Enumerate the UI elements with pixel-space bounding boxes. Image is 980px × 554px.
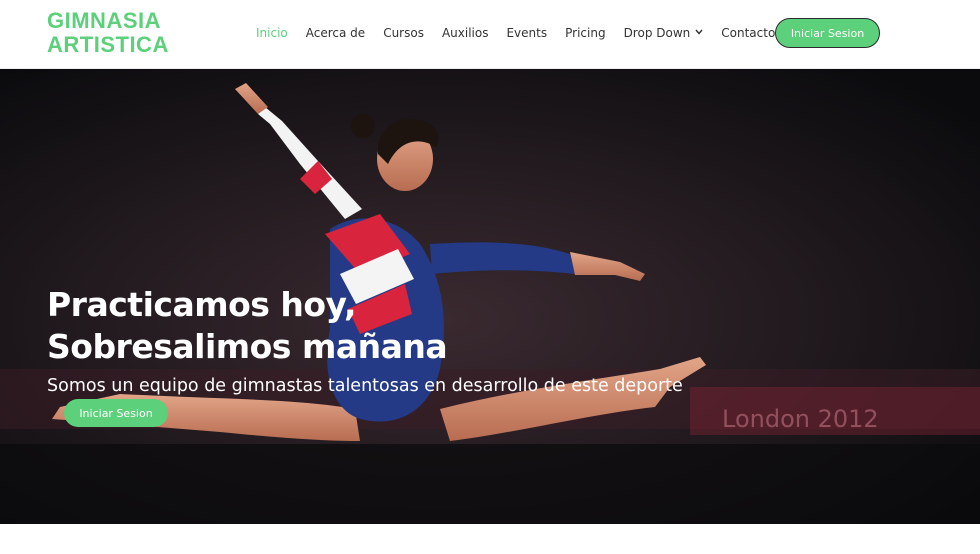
hero-title-line-1: Practicamos hoy, <box>47 285 357 324</box>
hero-subtitle: Somos un equipo de gimnastas talentosas … <box>47 376 683 396</box>
hero-title: Practicamos hoy, Sobresalimos mañana <box>47 284 448 368</box>
hero-title-line-2: Sobresalimos mañana <box>47 327 448 366</box>
nav-item-acerca-de[interactable]: Acerca de <box>306 26 365 40</box>
nav-item-inicio[interactable]: Inicio <box>256 26 288 40</box>
hero-login-button[interactable]: Iniciar Sesion <box>64 399 168 427</box>
site-header: GIMNASIA ARTISTICA Inicio Acerca de Curs… <box>0 0 980 69</box>
hero-section: London 2012 Practicamos hoy, Sobresalimo… <box>0 69 980 524</box>
nav-item-auxilios[interactable]: Auxilios <box>442 26 489 40</box>
nav-item-drop-down-label: Drop Down <box>623 26 691 40</box>
brand-line-2: ARTISTICA <box>47 32 169 57</box>
nav-item-events[interactable]: Events <box>506 26 547 40</box>
nav-item-contacto[interactable]: Contacto <box>721 26 775 40</box>
brand-line-1: GIMNASIA <box>47 8 161 33</box>
page-bottom-strip <box>0 524 980 554</box>
nav-item-drop-down[interactable]: Drop Down <box>624 26 704 40</box>
header-login-button[interactable]: Iniciar Sesion <box>775 18 880 48</box>
svg-text:London 2012: London 2012 <box>722 405 879 433</box>
nav-item-pricing[interactable]: Pricing <box>565 26 605 40</box>
chevron-down-icon <box>695 28 703 38</box>
main-nav: Inicio Acerca de Cursos Auxilios Events … <box>256 0 793 66</box>
brand-logo[interactable]: GIMNASIA ARTISTICA <box>47 9 169 57</box>
nav-item-cursos[interactable]: Cursos <box>383 26 424 40</box>
